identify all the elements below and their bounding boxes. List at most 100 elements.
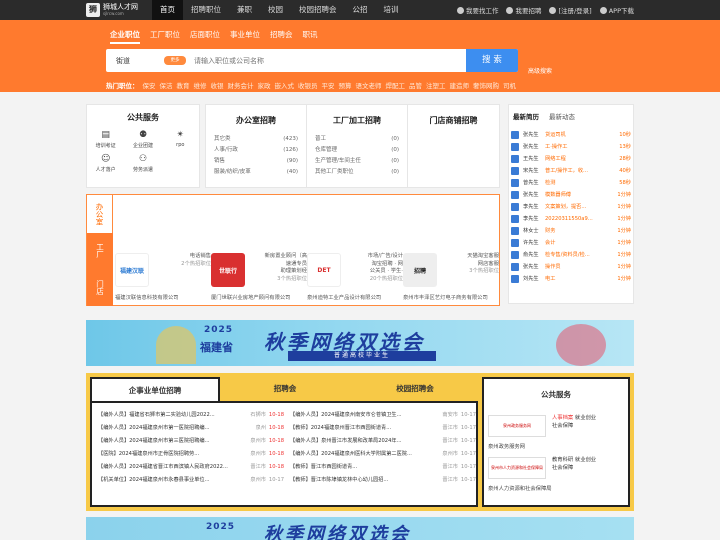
tab-campus-fair[interactable]: 校园招聘会 [350, 377, 480, 401]
hot-job-link[interactable]: 维修 [194, 80, 207, 90]
public-service-item[interactable]: ▤ 培训考证 [87, 130, 124, 149]
search-tab-institution[interactable]: 事业单位 [230, 29, 260, 44]
company-job-line[interactable]: 3个热招职位 [249, 276, 307, 284]
job-title[interactable]: 【编外人员】2024福建泉州医科大学附属第二医院... [290, 448, 432, 461]
job-title[interactable]: 【编外人员】泉州晋江市发展和改革局2024年... [290, 435, 432, 448]
tab-job-fair[interactable]: 招聘会 [220, 377, 350, 401]
search-tab-enterprise[interactable]: 企业职位 [110, 29, 140, 44]
company-job-line[interactable]: 天猫淘宝客服 [441, 253, 499, 261]
nav-campus[interactable]: 校园 [260, 0, 291, 20]
job-row[interactable]: 【教师】晋江市西园街道青... 晋江市 10-17 [290, 461, 476, 474]
company-job-line[interactable]: 市场/广告/设计 [345, 253, 403, 261]
public-service-item[interactable]: ✴ rpo [162, 130, 199, 149]
nav-jobs[interactable]: 招聘职位 [183, 0, 229, 20]
job-title[interactable]: 【编外人员】2024福建泉州南安市仑苍镇卫生... [290, 409, 432, 422]
job-row[interactable]: 【编外人员】泉州晋江市发展和改革局2024年... 晋江市 10-17 [290, 435, 476, 448]
tab-latest-news[interactable]: 最新动态 [549, 111, 575, 121]
job-title[interactable]: 【编外人员】2024福建泉州市第三医院招聘编... [98, 435, 240, 448]
category-row[interactable]: 人事/行政 (126) [214, 145, 298, 156]
public-service-item[interactable]: ⚇ 劳务派遣 [124, 154, 161, 173]
resume-row[interactable]: 许先生 会计 1分钟 [509, 237, 633, 249]
hot-job-link[interactable]: 预算 [339, 80, 352, 90]
job-fair-banner-2[interactable]: 2025 秋季网络双选会 [86, 517, 634, 540]
resume-row[interactable]: 张先生 模数器师傅 1分钟 [509, 189, 633, 201]
category-title[interactable]: 办公室招聘 [206, 115, 306, 126]
hot-job-link[interactable]: 收银 [211, 80, 224, 90]
job-row[interactable]: 【编外人员】2024福建省晋江市西滨镇人民政府2022... 晋江市 10-18 [98, 461, 284, 474]
category-row[interactable]: 其他工厂类职位 (0) [315, 167, 399, 178]
resume-row[interactable]: 李先生 20220311550a9... 1分钟 [509, 213, 633, 225]
company-card[interactable]: DET 市场/广告/设计 淘宝招聘 · 网公关员 · 学生· 20个热招职位 泉州迪特工… [307, 251, 403, 301]
resume-row[interactable]: 宋先生 普工/操作工，收... 40秒 [509, 165, 633, 177]
nav-training[interactable]: 培训 [376, 0, 407, 20]
company-job-line[interactable]: 2个热招职位 [153, 261, 211, 269]
resume-row[interactable]: 曾先生 检测 58秒 [509, 177, 633, 189]
search-input[interactable] [194, 49, 464, 72]
company-job-line[interactable]: 新房置业顾问（高 [249, 253, 307, 261]
category-row[interactable]: 仓库管理 (0) [315, 145, 399, 156]
company-card[interactable]: 世联行 新房置业顾问（高 速通专员 助理策划经 3个热招职位 厦门世联兴业房地产顾问有限公… [211, 251, 307, 301]
more-badge[interactable]: 更多 [164, 56, 186, 65]
job-title[interactable]: 【教师】晋江市陈埭镇龙林中心幼儿园招... [290, 474, 432, 487]
resume-row[interactable]: 王先生 网络工程 28秒 [509, 153, 633, 165]
hot-job-link[interactable]: 语文老师 [356, 80, 382, 90]
tab-office[interactable]: 办公室 [87, 195, 113, 233]
tab-factory[interactable]: 工厂 [87, 233, 113, 268]
nav-home[interactable]: 首页 [152, 0, 183, 20]
job-row[interactable]: 【教师】2024福建泉州晋江市西园街道青... 晋江市 10-17 [290, 422, 476, 435]
job-row[interactable]: 【编外人员】2024福建泉州医科大学附属第二医院... 泉州市 10-17 [290, 448, 476, 461]
hot-job-link[interactable]: 奢饰网购 [473, 80, 499, 90]
nav-campus-fair[interactable]: 校园招聘会 [291, 0, 345, 20]
job-title[interactable]: 【教师】晋江市西园街道青... [290, 461, 432, 474]
search-tab-factory[interactable]: 工厂职位 [150, 29, 180, 44]
job-title[interactable]: 【医院】2024福建泉州市正骨医院招聘劳... [98, 448, 240, 461]
job-fair-banner[interactable]: 2025 福建省 秋季网络双选会 普通高校毕业生 [86, 320, 634, 366]
resume-row[interactable]: 俞先生 检专售/资料员/检... 1分钟 [509, 249, 633, 261]
company-card[interactable]: 福建汉联 电话销售 2个热招职位 福建汉联信息科技有限公司 [115, 251, 211, 301]
category-row[interactable]: 销售 (90) [214, 156, 298, 167]
tab-store[interactable]: 门店 [87, 268, 113, 306]
job-row[interactable]: 【编外人员】2024福建泉州市第三医院招聘编... 泉州市 10-18 [98, 435, 284, 448]
job-row[interactable]: 【医院】2024福建泉州市正骨医院招聘劳... 泉州市 10-18 [98, 448, 284, 461]
company-job-line[interactable]: 3个热招职位 [441, 268, 499, 276]
job-title[interactable]: 【机关单位】2024福建泉州市永春县事业单位... [98, 474, 240, 487]
resume-row[interactable]: 张先生 货运司机 10秒 [509, 129, 633, 141]
hot-job-link[interactable]: 财务会计 [228, 80, 254, 90]
city-selector[interactable]: 街道 [116, 56, 130, 66]
job-title[interactable]: 【编外人员】2024福建省晋江市西滨镇人民政府2022... [98, 461, 240, 474]
category-row[interactable]: 其它类 (423) [214, 134, 298, 145]
hot-job-link[interactable]: 建造师 [450, 80, 470, 90]
company-job-line[interactable]: 20个热招职位 [345, 276, 403, 284]
hot-job-link[interactable]: 嵌入式 [275, 80, 295, 90]
hot-job-link[interactable]: 保洁 [160, 80, 173, 90]
resume-row[interactable]: 张先生 工·操作工 13秒 [509, 141, 633, 153]
category-title[interactable]: 工厂加工招聘 [307, 115, 407, 126]
company-job-line[interactable]: 电话销售 [153, 253, 211, 261]
hot-job-link[interactable]: 收银员 [298, 80, 318, 90]
hot-job-link[interactable]: 平安 [322, 80, 335, 90]
job-row[interactable]: 【教师】晋江市陈埭镇龙林中心幼儿园招... 晋江市 10-17 [290, 474, 476, 487]
job-row[interactable]: 【编外人员】2024福建泉州南安市仑苍镇卫生... 南安市 10-17 [290, 409, 476, 422]
company-job-line[interactable]: 助理策划经 [249, 268, 308, 276]
resume-row[interactable]: 李先生 文案策划，提否... 1分钟 [509, 201, 633, 213]
job-row[interactable]: 【编外人员】2024福建泉州市第一医院招聘编... 泉州 10-18 [98, 422, 284, 435]
resume-row[interactable]: 张先生 操作员 1分钟 [509, 261, 633, 273]
site-logo[interactable]: 狮 狮城人才网 sjlrcw.com [86, 2, 146, 18]
public-service-item[interactable]: ⚉ 企业团建 [124, 130, 161, 149]
search-tab-news[interactable]: 职讯 [303, 29, 318, 44]
hot-job-link[interactable]: 品管 [409, 80, 422, 90]
resume-row[interactable]: 刘先生 电工 1分钟 [509, 273, 633, 285]
job-row[interactable]: 【编外人员】福建省石狮市第二实验幼儿园2022... 石狮市 10-18 [98, 409, 284, 422]
nav-parttime[interactable]: 兼职 [229, 0, 260, 20]
category-title[interactable]: 门店商铺招聘 [408, 115, 499, 126]
advanced-search-link[interactable]: 高级搜索 [528, 66, 552, 75]
hot-job-link[interactable]: 注塑工 [426, 80, 446, 90]
hot-job-link[interactable]: 焊配工 [386, 80, 406, 90]
job-title[interactable]: 【编外人员】福建省石狮市第二实验幼儿园2022... [98, 409, 240, 422]
resume-row[interactable]: 林女士 财务 1分钟 [509, 225, 633, 237]
search-tab-store[interactable]: 店面职位 [190, 29, 220, 44]
job-row[interactable]: 【机关单位】2024福建泉州市永春县事业单位... 泉州市 10-17 [98, 474, 284, 487]
hot-job-link[interactable]: 教育 [177, 80, 190, 90]
nav-public[interactable]: 公招 [345, 0, 376, 20]
hot-job-link[interactable]: 保安 [143, 80, 156, 90]
